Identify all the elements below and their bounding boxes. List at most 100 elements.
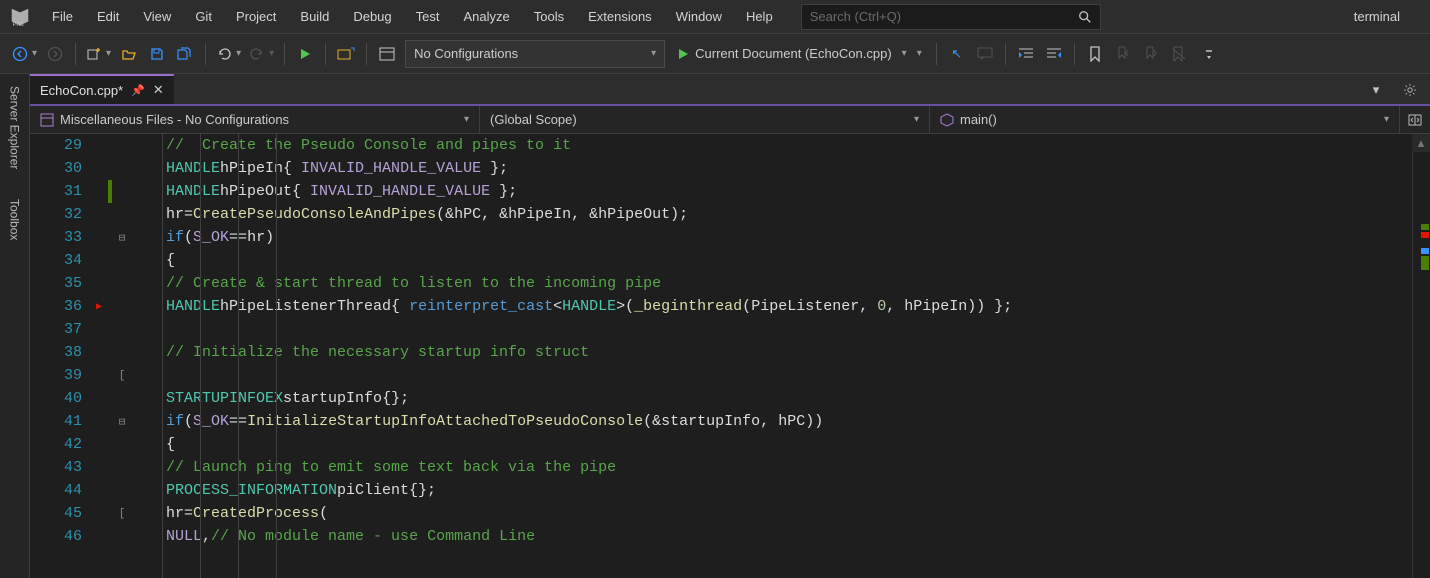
menu-debug[interactable]: Debug	[341, 0, 403, 33]
code-line[interactable]: if (S_OK == hr)	[166, 226, 1412, 249]
separator	[325, 43, 326, 65]
forward-button[interactable]	[41, 40, 69, 68]
chevron-down-icon: ▾	[917, 48, 922, 59]
code-line[interactable]: // Launch ping to emit some text back vi…	[166, 456, 1412, 479]
gutter-row: 40	[30, 387, 160, 410]
gutter-row: 34	[30, 249, 160, 272]
global-search[interactable]	[801, 4, 1101, 30]
code-line[interactable]: {	[166, 249, 1412, 272]
menu-extensions[interactable]: Extensions	[576, 0, 664, 33]
gear-icon[interactable]	[1396, 76, 1424, 104]
menu-build[interactable]: Build	[288, 0, 341, 33]
code-line[interactable]: hr = CreatePseudoConsoleAndPipes(&hPC, &…	[166, 203, 1412, 226]
app-logo: PRE	[0, 0, 40, 34]
gutter-row: 35	[30, 272, 160, 295]
bookmark-next-button[interactable]	[1137, 40, 1165, 68]
menu-git[interactable]: Git	[183, 0, 224, 33]
gutter-row: 45[	[30, 502, 160, 525]
separator	[205, 43, 206, 65]
save-all-button[interactable]	[171, 40, 199, 68]
code-line[interactable]: NULL, // No module name - use Command Li…	[166, 525, 1412, 548]
overview-ruler[interactable]	[1412, 134, 1430, 578]
overflow-button[interactable]	[1197, 40, 1225, 68]
code-line[interactable]: hr = CreatedProcess(	[166, 502, 1412, 525]
undo-button[interactable]: ▾	[212, 40, 245, 68]
svg-text:PRE: PRE	[13, 22, 25, 28]
menu-help[interactable]: Help	[734, 0, 785, 33]
scope-bar: Miscellaneous Files - No Configurations …	[30, 106, 1430, 134]
indent-button[interactable]	[1012, 40, 1040, 68]
scroll-up-icon[interactable]: ▴	[1412, 134, 1430, 152]
code-line[interactable]: HANDLE hPipeIn{ INVALID_HANDLE_VALUE };	[166, 157, 1412, 180]
code-line[interactable]: // Create the Pseudo Console and pipes t…	[166, 134, 1412, 157]
code-line[interactable]: HANDLE hPipeListenerThread{ reinterpret_…	[166, 295, 1412, 318]
pin-icon[interactable]: 📌	[131, 84, 145, 97]
separator	[75, 43, 76, 65]
tab-echocon[interactable]: EchoCon.cpp* 📌 ✕	[30, 74, 174, 104]
menu-file[interactable]: File	[40, 0, 85, 33]
tab-strip: EchoCon.cpp* 📌 ✕ ▾	[30, 74, 1430, 104]
back-button[interactable]: ▾	[8, 40, 41, 68]
code-line[interactable]: PROCESS_INFORMATION piClient{};	[166, 479, 1412, 502]
solution-folder-button[interactable]	[332, 40, 360, 68]
code-line[interactable]: // Create & start thread to listen to th…	[166, 272, 1412, 295]
comment-tool-button[interactable]	[971, 40, 999, 68]
editor-area: EchoCon.cpp* 📌 ✕ ▾ Miscellaneous Files -…	[30, 74, 1430, 578]
side-rail: Server Explorer Toolbox	[0, 74, 30, 578]
menu-window[interactable]: Window	[664, 0, 734, 33]
chevron-down-icon: ▾	[1384, 114, 1389, 125]
gutter-row: 41⊟	[30, 410, 160, 433]
cursor-tool-icon[interactable]: ↖	[943, 40, 971, 68]
menu-view[interactable]: View	[131, 0, 183, 33]
code-line[interactable]: if (S_OK == InitializeStartupInfoAttache…	[166, 410, 1412, 433]
code-editor[interactable]: ▴ 2930313233⊟343536▶373839[4041⊟42434445…	[30, 134, 1430, 578]
code-line[interactable]: HANDLE hPipeOut{ INVALID_HANDLE_VALUE };	[166, 180, 1412, 203]
global-scope-dropdown[interactable]: (Global Scope) ▾	[480, 106, 930, 133]
code-line[interactable]	[166, 318, 1412, 341]
tabs-dropdown-icon[interactable]: ▾	[1362, 76, 1390, 104]
menu-tools[interactable]: Tools	[522, 0, 576, 33]
function-scope-dropdown[interactable]: main() ▾	[930, 106, 1400, 133]
save-button[interactable]	[143, 40, 171, 68]
main-menu: FileEditViewGitProjectBuildDebugTestAnal…	[40, 0, 785, 33]
tab-strip-tools: ▾	[1362, 76, 1430, 104]
gutter-row: 36▶	[30, 295, 160, 318]
menu-test[interactable]: Test	[404, 0, 452, 33]
open-button[interactable]	[115, 40, 143, 68]
new-item-button[interactable]: ▾	[82, 40, 115, 68]
project-scope-dropdown[interactable]: Miscellaneous Files - No Configurations …	[30, 106, 480, 133]
menu-edit[interactable]: Edit	[85, 0, 131, 33]
rail-toolbox[interactable]: Toolbox	[6, 193, 24, 246]
window-layout-button[interactable]	[373, 40, 401, 68]
code-line[interactable]: STARTUPINFOEX startupInfo{};	[166, 387, 1412, 410]
code-line[interactable]: {	[166, 433, 1412, 456]
outdent-button[interactable]	[1040, 40, 1068, 68]
chevron-down-icon: ▾	[902, 48, 907, 59]
code-content[interactable]: // Create the Pseudo Console and pipes t…	[160, 134, 1412, 578]
search-input[interactable]	[810, 9, 1078, 24]
workspace: Server Explorer Toolbox EchoCon.cpp* 📌 ✕…	[0, 74, 1430, 578]
rail-server-explorer[interactable]: Server Explorer	[6, 80, 24, 175]
redo-button[interactable]: ▾	[245, 40, 278, 68]
start-debug-button[interactable]	[291, 40, 319, 68]
menu-project[interactable]: Project	[224, 0, 288, 33]
close-icon[interactable]: ✕	[153, 82, 164, 98]
bookmark-prev-button[interactable]	[1109, 40, 1137, 68]
code-line[interactable]	[166, 364, 1412, 387]
gutter-row: 32	[30, 203, 160, 226]
configuration-dropdown[interactable]: No Configurations▾	[405, 40, 665, 68]
project-icon	[40, 113, 54, 127]
chevron-down-icon: ▾	[269, 48, 274, 59]
run-target-button[interactable]: Current Document (EchoCon.cpp) ▾ ▾	[669, 40, 930, 68]
gutter-row: 37	[30, 318, 160, 341]
gutter-row: 44	[30, 479, 160, 502]
separator	[1005, 43, 1006, 65]
bookmark-button[interactable]	[1081, 40, 1109, 68]
bookmark-clear-button[interactable]	[1165, 40, 1193, 68]
menu-analyze[interactable]: Analyze	[451, 0, 521, 33]
separator	[936, 43, 937, 65]
split-editor-icon[interactable]	[1400, 106, 1430, 133]
code-line[interactable]: // Initialize the necessary startup info…	[166, 341, 1412, 364]
tab-title: EchoCon.cpp*	[40, 83, 123, 98]
gutter-row: 39[	[30, 364, 160, 387]
